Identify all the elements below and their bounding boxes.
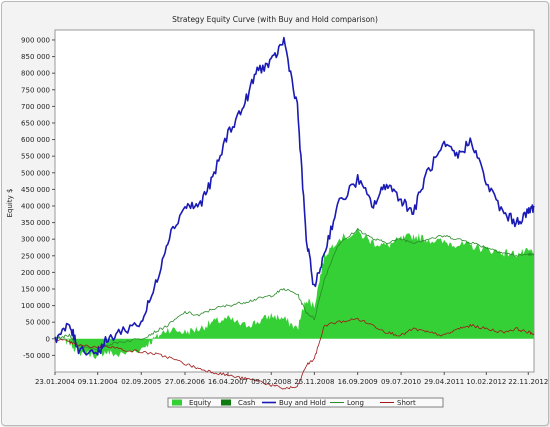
y-tick-label: 850 000 [21,53,50,61]
legend-label: Long [347,399,364,407]
y-tick-label: 0 [46,335,50,343]
x-tick-label: 22.11.2012 [508,378,548,386]
y-tick-label: 800 000 [21,70,50,78]
legend-label: Equity [189,399,211,407]
y-tick-label: 250 000 [21,252,50,260]
y-tick-label: 550 000 [21,153,50,161]
chart-title: Strategy Equity Curve (with Buy and Hold… [172,15,378,24]
y-tick-label: 350 000 [21,219,50,227]
x-tick-label: 02.09.2005 [121,378,161,386]
legend-label: Cash [238,399,255,407]
legend-swatch-cash [221,399,231,406]
x-axis: 23.01.2004 09.11.2004 02.09.2005 27.06.2006… [35,372,548,386]
y-tick-label: 150 000 [21,285,50,293]
y-tick-label: 200 000 [21,269,50,277]
legend-label: Short [397,399,416,407]
y-tick-label: 650 000 [21,119,50,127]
y-tick-label: 50 000 [26,319,51,327]
x-tick-label: 05.02.2008 [251,378,291,386]
y-tick-label: 750 000 [21,86,50,94]
x-tick-label: 25.11.2008 [294,378,334,386]
legend-swatch-equity [172,399,182,406]
y-tick-label: 400 000 [21,202,50,210]
y-axis-label: Equity $ [6,189,14,218]
x-tick-label: 09.07.2010 [381,378,421,386]
y-tick-label: 100 000 [21,302,50,310]
x-tick-label: 09.11.2004 [78,378,119,386]
equity-chart: Strategy Equity Curve (with Buy and Hold… [6,15,548,408]
y-tick-label: -50 000 [23,352,50,360]
y-tick-label: 450 000 [21,186,50,194]
legend-label: Buy and Hold [279,399,326,407]
x-tick-label: 29.04.2011 [424,378,464,386]
legend: Equity Cash Buy and Hold Long Short [167,397,444,408]
y-tick-label: 300 000 [21,236,50,244]
x-tick-label: 23.01.2004 [35,378,76,386]
y-tick-label: 700 000 [21,103,50,111]
x-tick-label: 27.06.2006 [165,378,206,386]
x-tick-label: 10.02.2012 [466,378,506,386]
y-tick-label: 500 000 [21,169,50,177]
y-axis: -50 000 0 50 000 100 000 150 000 200 000 250 0… [21,36,55,360]
x-tick-label: 16.09.2009 [338,378,378,386]
y-tick-label: 900 000 [21,36,50,44]
y-tick-label: 600 000 [21,136,50,144]
x-tick-label: 16.04.2007 [208,378,248,386]
